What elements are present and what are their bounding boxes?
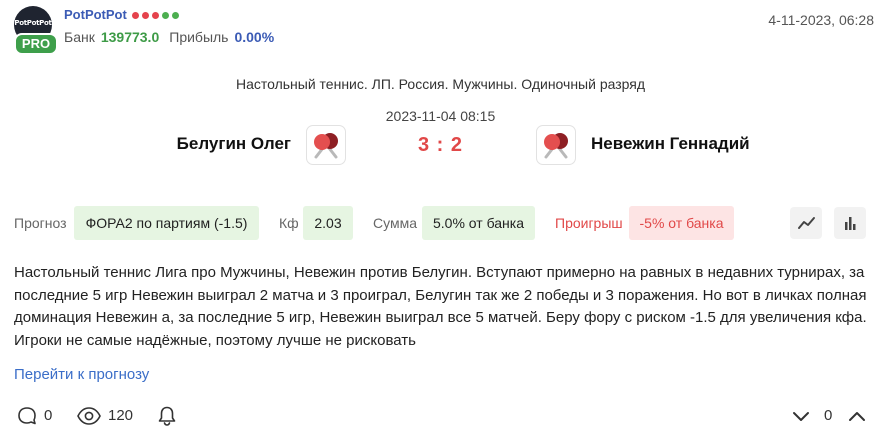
post-footer: 0 120 0 [14, 402, 874, 430]
pro-badge: PRO [14, 33, 58, 55]
rating-dots [132, 12, 179, 20]
forecast-value: ФОРА2 по партиям (-1.5) [74, 206, 259, 240]
views-count: 120 [108, 407, 134, 424]
post-header: PotPotPot PRO PotPotPot Банк 139773.0 Пр… [14, 6, 874, 56]
bank-label: Банк [64, 29, 95, 45]
eye-icon [77, 407, 101, 425]
post-date: 4-11-2023, 06:28 [768, 12, 874, 28]
result-label: Проигрыш [555, 215, 623, 231]
ping-pong-icon [536, 125, 576, 165]
rating-dot [142, 12, 149, 19]
votes-count: 0 [824, 407, 833, 424]
go-to-forecast-link[interactable]: Перейти к прогнозу [14, 366, 149, 383]
comment-icon[interactable] [16, 405, 38, 427]
chevron-up-icon[interactable] [846, 405, 868, 427]
result-value: -5% от банка [629, 206, 734, 240]
chevron-down-icon[interactable] [790, 405, 812, 427]
kf-label: Кф [279, 215, 299, 231]
forecast-label: Прогноз [14, 215, 67, 231]
username-link[interactable]: PotPotPot [64, 7, 127, 22]
forecast-description: Настольный теннис Лига про Мужчины, Неве… [14, 264, 867, 349]
forecast-stats: Прогноз ФОРА2 по партиям (-1.5) Кф 2.03 … [14, 206, 874, 240]
profit-label: Прибыль [169, 29, 229, 45]
sum-value: 5.0% от банка [422, 206, 535, 240]
profit-value: 0.00% [234, 29, 275, 45]
league-title: Настольный теннис. ЛП. Россия. Мужчины. … [235, 76, 646, 92]
match-datetime: 2023-11-04 08:15 [385, 108, 496, 124]
sum-label: Сумма [373, 215, 417, 231]
rating-dot [152, 12, 159, 19]
avatar-logo-text: PotPotPot [14, 19, 52, 27]
rating-dot [132, 12, 139, 19]
line-chart-button[interactable] [790, 207, 822, 239]
bank-row: Банк 139773.0 Прибыль 0.00% [64, 29, 274, 45]
bell-icon[interactable] [156, 405, 178, 427]
rating-dot [172, 12, 179, 19]
rating-dot [162, 12, 169, 19]
bar-chart-button[interactable] [834, 207, 866, 239]
bar-chart-icon [845, 217, 856, 230]
kf-value: 2.03 [303, 206, 353, 240]
line-chart-icon [798, 217, 815, 229]
comments-count: 0 [44, 407, 53, 424]
bank-value: 139773.0 [100, 29, 160, 45]
team2-name: Невежин Геннадий [591, 134, 750, 153]
